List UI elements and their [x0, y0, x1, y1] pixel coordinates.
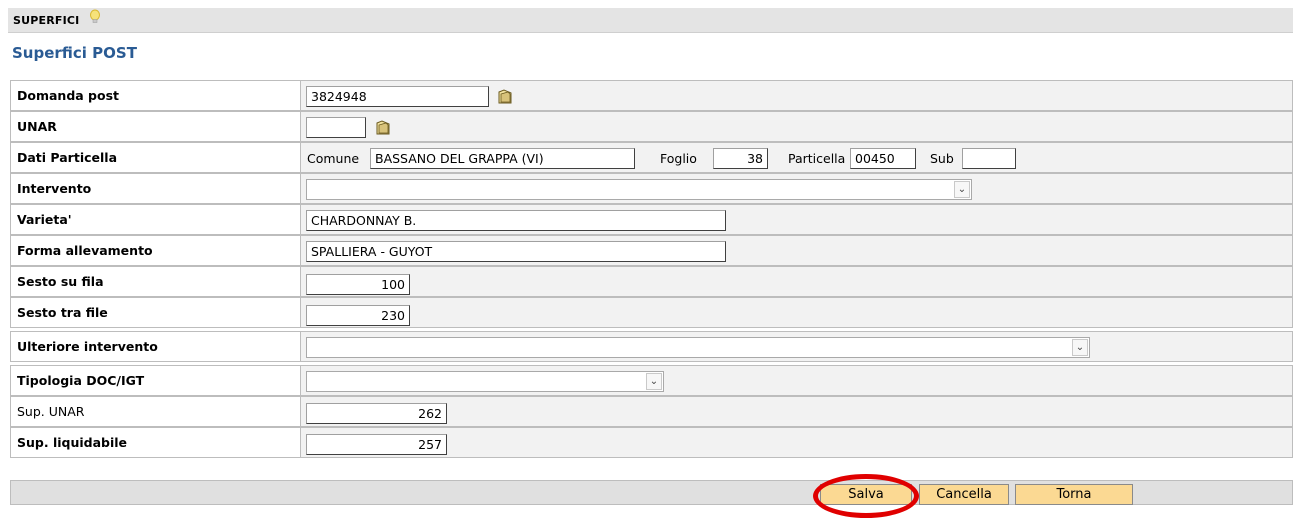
sesto-tra-file-label: Sesto tra file [10, 297, 301, 328]
sup-unar-label: Sup. UNAR [10, 396, 301, 427]
sesto-su-fila-input[interactable]: 100 [306, 274, 410, 295]
domanda-post-label: Domanda post [10, 80, 301, 111]
sub-input[interactable] [962, 148, 1016, 169]
varieta-label: Varieta' [10, 204, 301, 235]
row-varieta: Varieta' CHARDONNAY B. [10, 204, 1293, 235]
chevron-down-icon[interactable]: ⌄ [1072, 339, 1088, 356]
row-sup-liquidabile: Sup. liquidabile 257 [10, 427, 1293, 458]
ulteriore-intervento-cell: ⌄ [301, 331, 1293, 362]
row-intervento: Intervento ⌄ [10, 173, 1293, 204]
forma-allevamento-label: Forma allevamento [10, 235, 301, 266]
tipologia-doc-igt-select[interactable]: ⌄ [306, 371, 664, 392]
tipologia-doc-igt-label: Tipologia DOC/IGT [10, 365, 301, 396]
unar-input[interactable] [306, 117, 366, 138]
particella-input[interactable]: 00450 [850, 148, 916, 169]
sub-label: Sub [930, 151, 954, 166]
sup-liquidabile-label: Sup. liquidabile [10, 427, 301, 458]
varieta-cell: CHARDONNAY B. [301, 204, 1293, 235]
salva-highlight-annotation [813, 474, 919, 518]
folder-lookup-icon[interactable] [497, 89, 513, 105]
varieta-input[interactable]: CHARDONNAY B. [306, 210, 726, 231]
foglio-label: Foglio [660, 151, 697, 166]
particella-label: Particella [788, 151, 846, 166]
row-ulteriore-intervento: Ulteriore intervento ⌄ [10, 331, 1293, 362]
forma-allevamento-cell: SPALLIERA - GUYOT [301, 235, 1293, 266]
sup-liquidabile-input[interactable]: 257 [306, 434, 447, 455]
intervento-cell: ⌄ [301, 173, 1293, 204]
row-sesto-tra-file: Sesto tra file 230 [10, 297, 1293, 328]
row-unar: UNAR [10, 111, 1293, 142]
row-dati-particella: Dati Particella Comune BASSANO DEL GRAPP… [10, 142, 1293, 173]
torna-button[interactable]: Torna [1015, 484, 1133, 505]
sesto-tra-file-input[interactable]: 230 [306, 305, 410, 326]
section-header: SUPERFICI [8, 8, 1293, 33]
row-sup-unar: Sup. UNAR 262 [10, 396, 1293, 427]
domanda-post-cell: 3824948 [301, 80, 1293, 111]
lightbulb-icon[interactable] [87, 8, 103, 28]
tipologia-doc-igt-cell: ⌄ [301, 365, 1293, 396]
unar-label: UNAR [10, 111, 301, 142]
section-title: SUPERFICI [13, 13, 80, 27]
comune-label: Comune [307, 151, 360, 166]
ulteriore-intervento-select[interactable]: ⌄ [306, 337, 1090, 358]
row-tipologia-doc-igt: Tipologia DOC/IGT ⌄ [10, 365, 1293, 396]
chevron-down-icon[interactable]: ⌄ [646, 373, 662, 390]
sup-unar-cell: 262 [301, 396, 1293, 427]
row-forma-allevamento: Forma allevamento SPALLIERA - GUYOT [10, 235, 1293, 266]
domanda-post-input[interactable]: 3824948 [306, 86, 489, 107]
row-domanda-post: Domanda post 3824948 [10, 80, 1293, 111]
sesto-su-fila-label: Sesto su fila [10, 266, 301, 297]
sesto-tra-file-cell: 230 [301, 297, 1293, 328]
unar-cell [301, 111, 1293, 142]
dati-particella-cell: Comune BASSANO DEL GRAPPA (VI) Foglio 38… [301, 142, 1293, 173]
dati-particella-label: Dati Particella [10, 142, 301, 173]
page-title: Superfici POST [12, 44, 137, 62]
intervento-label: Intervento [10, 173, 301, 204]
comune-input[interactable]: BASSANO DEL GRAPPA (VI) [370, 148, 635, 169]
cancella-button[interactable]: Cancella [919, 484, 1009, 505]
foglio-input[interactable]: 38 [713, 148, 768, 169]
sesto-su-fila-cell: 100 [301, 266, 1293, 297]
intervento-select[interactable]: ⌄ [306, 179, 972, 200]
ulteriore-intervento-label: Ulteriore intervento [10, 331, 301, 362]
sup-liquidabile-cell: 257 [301, 427, 1293, 458]
row-sesto-su-fila: Sesto su fila 100 [10, 266, 1293, 297]
forma-allevamento-input[interactable]: SPALLIERA - GUYOT [306, 241, 726, 262]
folder-lookup-icon[interactable] [375, 120, 391, 136]
sup-unar-input[interactable]: 262 [306, 403, 447, 424]
chevron-down-icon[interactable]: ⌄ [954, 181, 970, 198]
